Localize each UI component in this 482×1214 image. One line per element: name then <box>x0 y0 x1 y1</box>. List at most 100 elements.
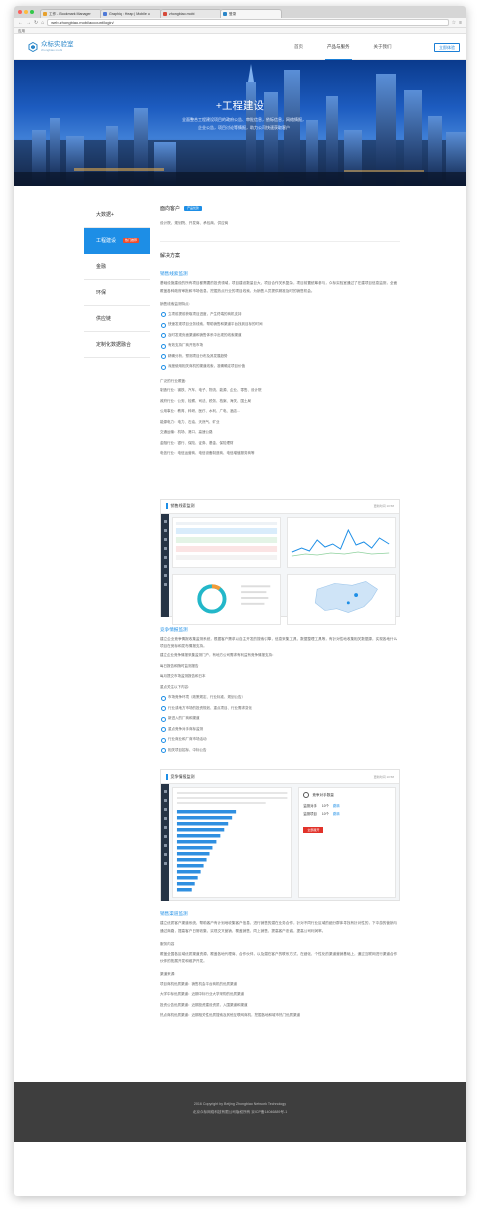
reload-icon[interactable]: ↻ <box>34 19 38 27</box>
customer-list: 设计院、规划院、开发商、承包商、供应商 <box>160 221 229 225</box>
browser-tab[interactable]: Graphiq : Heap | Mobile u <box>100 9 162 18</box>
sidebar-item-finance[interactable]: 金融 <box>84 254 150 280</box>
star-icon[interactable]: ☆ <box>452 19 456 27</box>
list-item: 电信行业：电信运营商、电信设备制造商、电信增值服务商等 <box>160 451 255 456</box>
list-item: 深度使用相关商机的渠道线索，准确确定项目价值 <box>160 361 400 372</box>
menu-icon <box>163 862 167 866</box>
dashboard-rail <box>161 784 169 902</box>
channel-description: 建立优质客户渠道系统，帮助客户有计划地收集客户信息，进行销售的潜在业务合作，针对… <box>160 921 398 933</box>
sidebar-item-custom-data[interactable]: 定制化数据融合 <box>84 332 150 358</box>
features-label: 销售线索监测特点: <box>160 302 190 307</box>
sales-description: 基础设施建设的所有项目都需要的投资领域，项目建设数量巨大，项目合作关系复杂，项目… <box>160 281 398 293</box>
menu-icon[interactable]: ≡ <box>459 19 462 27</box>
channel-content-label: 服务内容 <box>160 942 175 947</box>
row-label: 监测项目 <box>303 812 317 817</box>
competition-line: 每月提交市场监测报告和日本 <box>160 674 206 679</box>
list-item: 热点商机优质渠道：近期相关性优质搜索及其他互联网商机，挖掘各地和城市热门优质渠道 <box>160 1013 300 1018</box>
list-item: 市场竞争环境（政策规定、行业标准、规划公告） <box>160 692 400 703</box>
list-item: 制造行业：钢铁、汽车、电子、物流、能源、企业、零售、设计院 <box>160 388 262 393</box>
competitor-summary-panel: 竞争对手数量 监测对手 10个 跳转 监测项目 10个 跳转 全部展开 <box>298 787 396 899</box>
sidebar-item-supply-chain[interactable]: 供应链 <box>84 306 150 332</box>
browser-tab[interactable]: zhongbiao.mobi <box>160 9 222 18</box>
row-link[interactable]: 跳转 <box>333 812 340 816</box>
solution-title: 解决方案 <box>160 253 181 260</box>
customer-heading: 面向客户 产品优势 <box>160 205 400 212</box>
channel-source-list: 项目商机优质渠道：销售机会平台商机的优质渠道 大学中标优质渠道：近期中标行业大学… <box>160 979 400 1021</box>
screenshot-header: 销售线索监测 更新时间 10:58 <box>161 499 399 514</box>
list-item: 投资公告优质渠道：近期投资建设资质，入围渠道和渠道 <box>160 1002 248 1007</box>
logo-text: 众标实验室 <box>41 41 74 48</box>
site-logo[interactable]: 众标实验室 zhongbiao mobi <box>28 41 74 52</box>
favicon-icon <box>223 12 227 16</box>
list-item: 相关项目招标、中标公告 <box>160 745 400 756</box>
list-item: 政府行业：公安、检察、司法、税务、档案、海关、国土局 <box>160 398 251 403</box>
browser-tab[interactable]: 工作 - Bookmark Manager <box>40 9 102 18</box>
tab-label: Graphiq : Heap | Mobile u <box>109 12 150 16</box>
list-item: 行业或地方市场的投资规划、重点项目、行业需求变化 <box>160 703 400 714</box>
hot-badge: 热门推荐 <box>123 238 140 243</box>
logo-subtitle: zhongbiao mobi <box>41 48 63 52</box>
favicon-icon <box>163 12 167 16</box>
address-bar[interactable]: web.zhongbiao.mobi/account/login/ <box>47 19 449 26</box>
tab-strip: 工作 - Bookmark Manager Graphiq : Heap | M… <box>14 6 466 18</box>
sidebar-item-environment[interactable]: 环保 <box>84 280 150 306</box>
window-controls <box>18 10 34 14</box>
row-value: 10个 <box>321 804 330 809</box>
apps-bookmark[interactable]: 应用 <box>18 29 25 33</box>
focus-list: 市场竞争环境（政策规定、行业标准、规划公告） 行业或地方市场的投资规划、重点项目… <box>160 692 400 755</box>
hero-banner: +工程建设 全面整合工程建设项目的政府公告、审批信息，依标信息，网络情报，企业公… <box>14 60 466 186</box>
channel-title: 销售渠道监测 <box>160 911 188 917</box>
site-header: 众标实验室 zhongbiao mobi 首页 产品与服务 关于我们 立即体验 <box>14 34 466 60</box>
expand-all-button[interactable]: 全部展开 <box>303 827 324 834</box>
menu-icon <box>163 808 167 812</box>
line-chart-panel <box>287 516 396 568</box>
nav-about[interactable]: 关于我们 <box>374 34 392 60</box>
nav-home[interactable]: 首页 <box>294 34 303 60</box>
table-thumbnail <box>175 521 278 560</box>
screenshot-body <box>161 513 399 625</box>
nav-products[interactable]: 产品与服务 <box>325 34 351 60</box>
menu-icon <box>163 817 167 821</box>
list-item: 有效支持厂商开拓市场 <box>160 340 400 351</box>
row-link[interactable]: 跳转 <box>333 804 340 808</box>
copyright: 2016 Copyright by Beijing Zhongbiao Netw… <box>193 1102 287 1106</box>
summary-heading: 竞争对手数量 <box>303 792 391 799</box>
accent-bar <box>166 773 168 780</box>
zoom-dot-icon[interactable] <box>30 10 34 14</box>
browser-tab-active[interactable]: 登录 <box>220 9 282 18</box>
menu-icon <box>163 826 167 830</box>
map-panel <box>287 573 396 625</box>
icp-number: 北京众标网络科技有限公司版权所有 京ICP备14046889号-1 <box>192 1110 288 1114</box>
menu-icon <box>163 853 167 857</box>
tab-label: 登录 <box>229 12 237 16</box>
line-chart-thumbnail <box>291 528 390 556</box>
list-item: 能源电力：电力、石油、天然气、矿业 <box>160 419 220 424</box>
menu-icon <box>163 519 167 523</box>
content-area: 面向客户 产品优势 设计院、规划院、开发商、承包商、供应商 解决方案 销售线索监… <box>160 202 400 1021</box>
screenshot-title: 竞争情报监测 <box>170 773 195 779</box>
menu-icon <box>163 537 167 541</box>
menu-icon <box>163 835 167 839</box>
sidebar-item-label: 工程建设 <box>96 238 117 244</box>
minimize-dot-icon[interactable] <box>24 10 28 14</box>
sidebar-item-bigdata[interactable]: 大数据+ <box>84 202 150 228</box>
site-footer: 2016 Copyright by Beijing Zhongbiao Netw… <box>14 1082 466 1142</box>
dashboard-rail <box>161 513 169 617</box>
browser-window: 工作 - Bookmark Manager Graphiq : Heap | M… <box>14 6 466 1196</box>
close-dot-icon[interactable] <box>18 10 22 14</box>
forward-arrow-icon[interactable]: → <box>26 19 31 27</box>
list-item: 新进入的厂商和渠道 <box>160 713 400 724</box>
menu-icon <box>163 528 167 532</box>
screenshot-header: 竞争情报监测 更新时间 10:58 <box>161 770 399 785</box>
main-section: 大数据+ 工程建设 热门推荐 金融 环保 供应链 定制化数据融合 面向客户 产品… <box>14 186 466 1076</box>
home-icon[interactable]: ⌂ <box>41 19 44 27</box>
focus-label: 重点关注以下内容: <box>160 684 189 689</box>
menu-icon <box>163 564 167 568</box>
donut-panel <box>172 573 281 625</box>
try-now-button[interactable]: 立即体验 <box>434 43 460 52</box>
menu-icon <box>163 573 167 577</box>
back-arrow-icon[interactable]: ← <box>18 19 23 27</box>
sidebar-item-construction[interactable]: 工程建设 热门推荐 <box>84 228 150 254</box>
row-value: 10个 <box>321 812 330 817</box>
list-item: 项目商机优质渠道：销售机会平台商机的优质渠道 <box>160 981 237 986</box>
